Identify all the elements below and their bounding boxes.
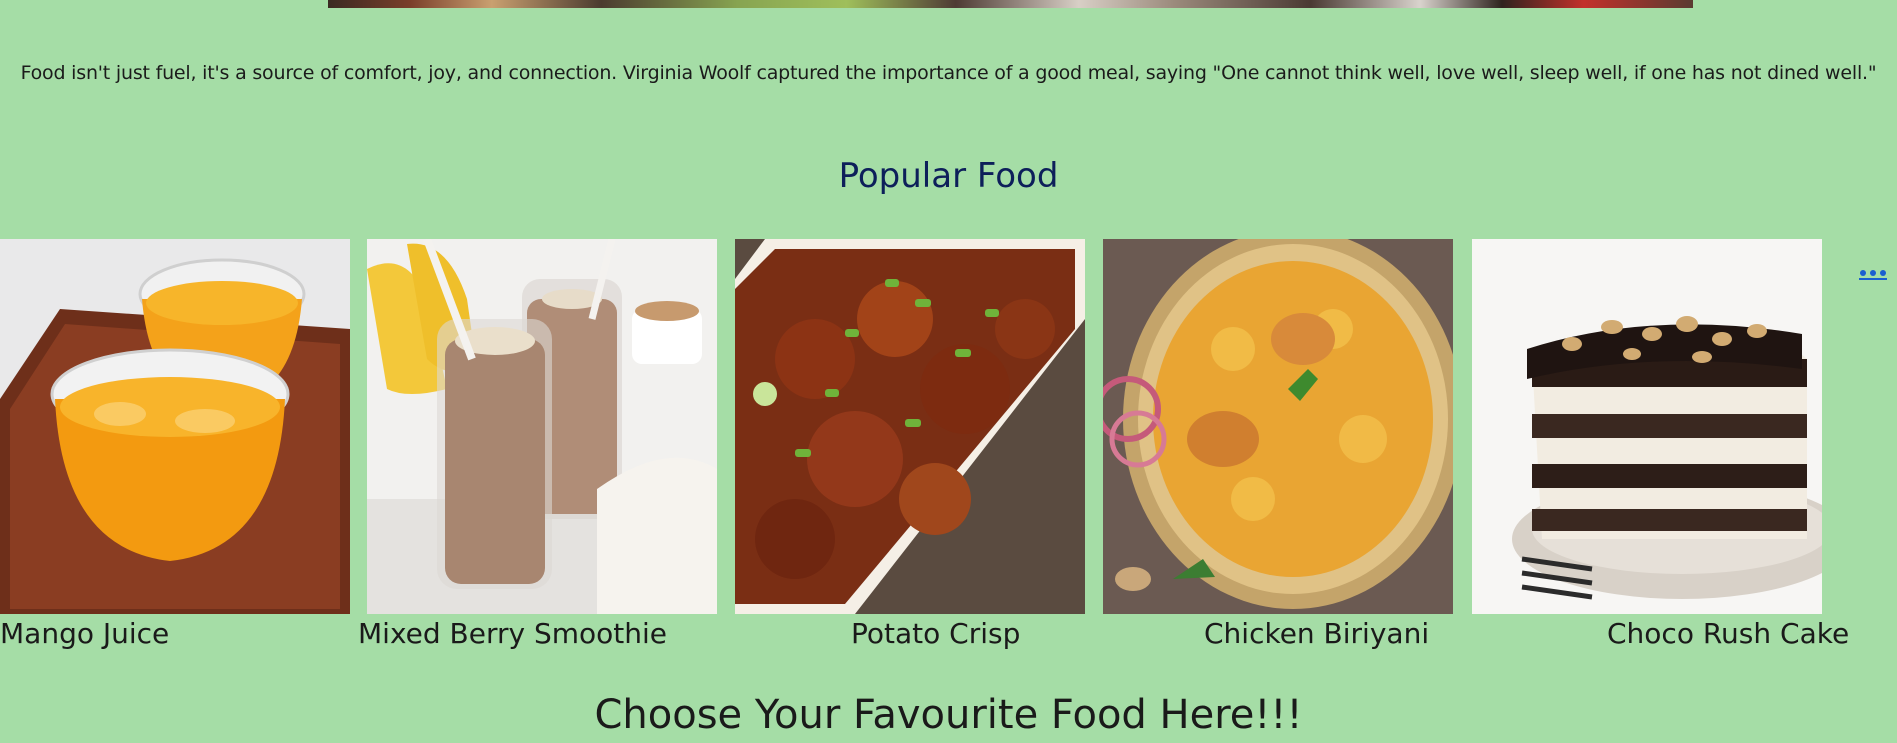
mango-juice-image[interactable] (0, 239, 350, 614)
food-name-label: Potato Crisp (851, 617, 1021, 650)
food-name-label: Mixed Berry Smoothie (358, 617, 668, 650)
food-name-label: Chicken Biriyani (1204, 617, 1430, 650)
smoothie-image[interactable] (367, 239, 717, 614)
banner-image (328, 0, 1693, 8)
chicken-biriyani-image[interactable] (1103, 239, 1453, 614)
choco-cake-image[interactable] (1472, 239, 1822, 614)
intro-quote: Food isn't just fuel, it's a source of c… (20, 62, 1877, 84)
choose-food-heading: Choose Your Favourite Food Here!!! (594, 692, 1303, 738)
popular-food-heading: Popular Food (838, 156, 1059, 196)
potato-crisp-image[interactable] (735, 239, 1085, 614)
ellipsis-icon (1859, 270, 1887, 280)
food-name-label: Choco Rush Cake (1607, 617, 1850, 650)
more-items-link[interactable] (1858, 268, 1888, 284)
food-name-label: Mango Juice (0, 617, 170, 650)
page: Food isn't just fuel, it's a source of c… (0, 0, 1897, 743)
